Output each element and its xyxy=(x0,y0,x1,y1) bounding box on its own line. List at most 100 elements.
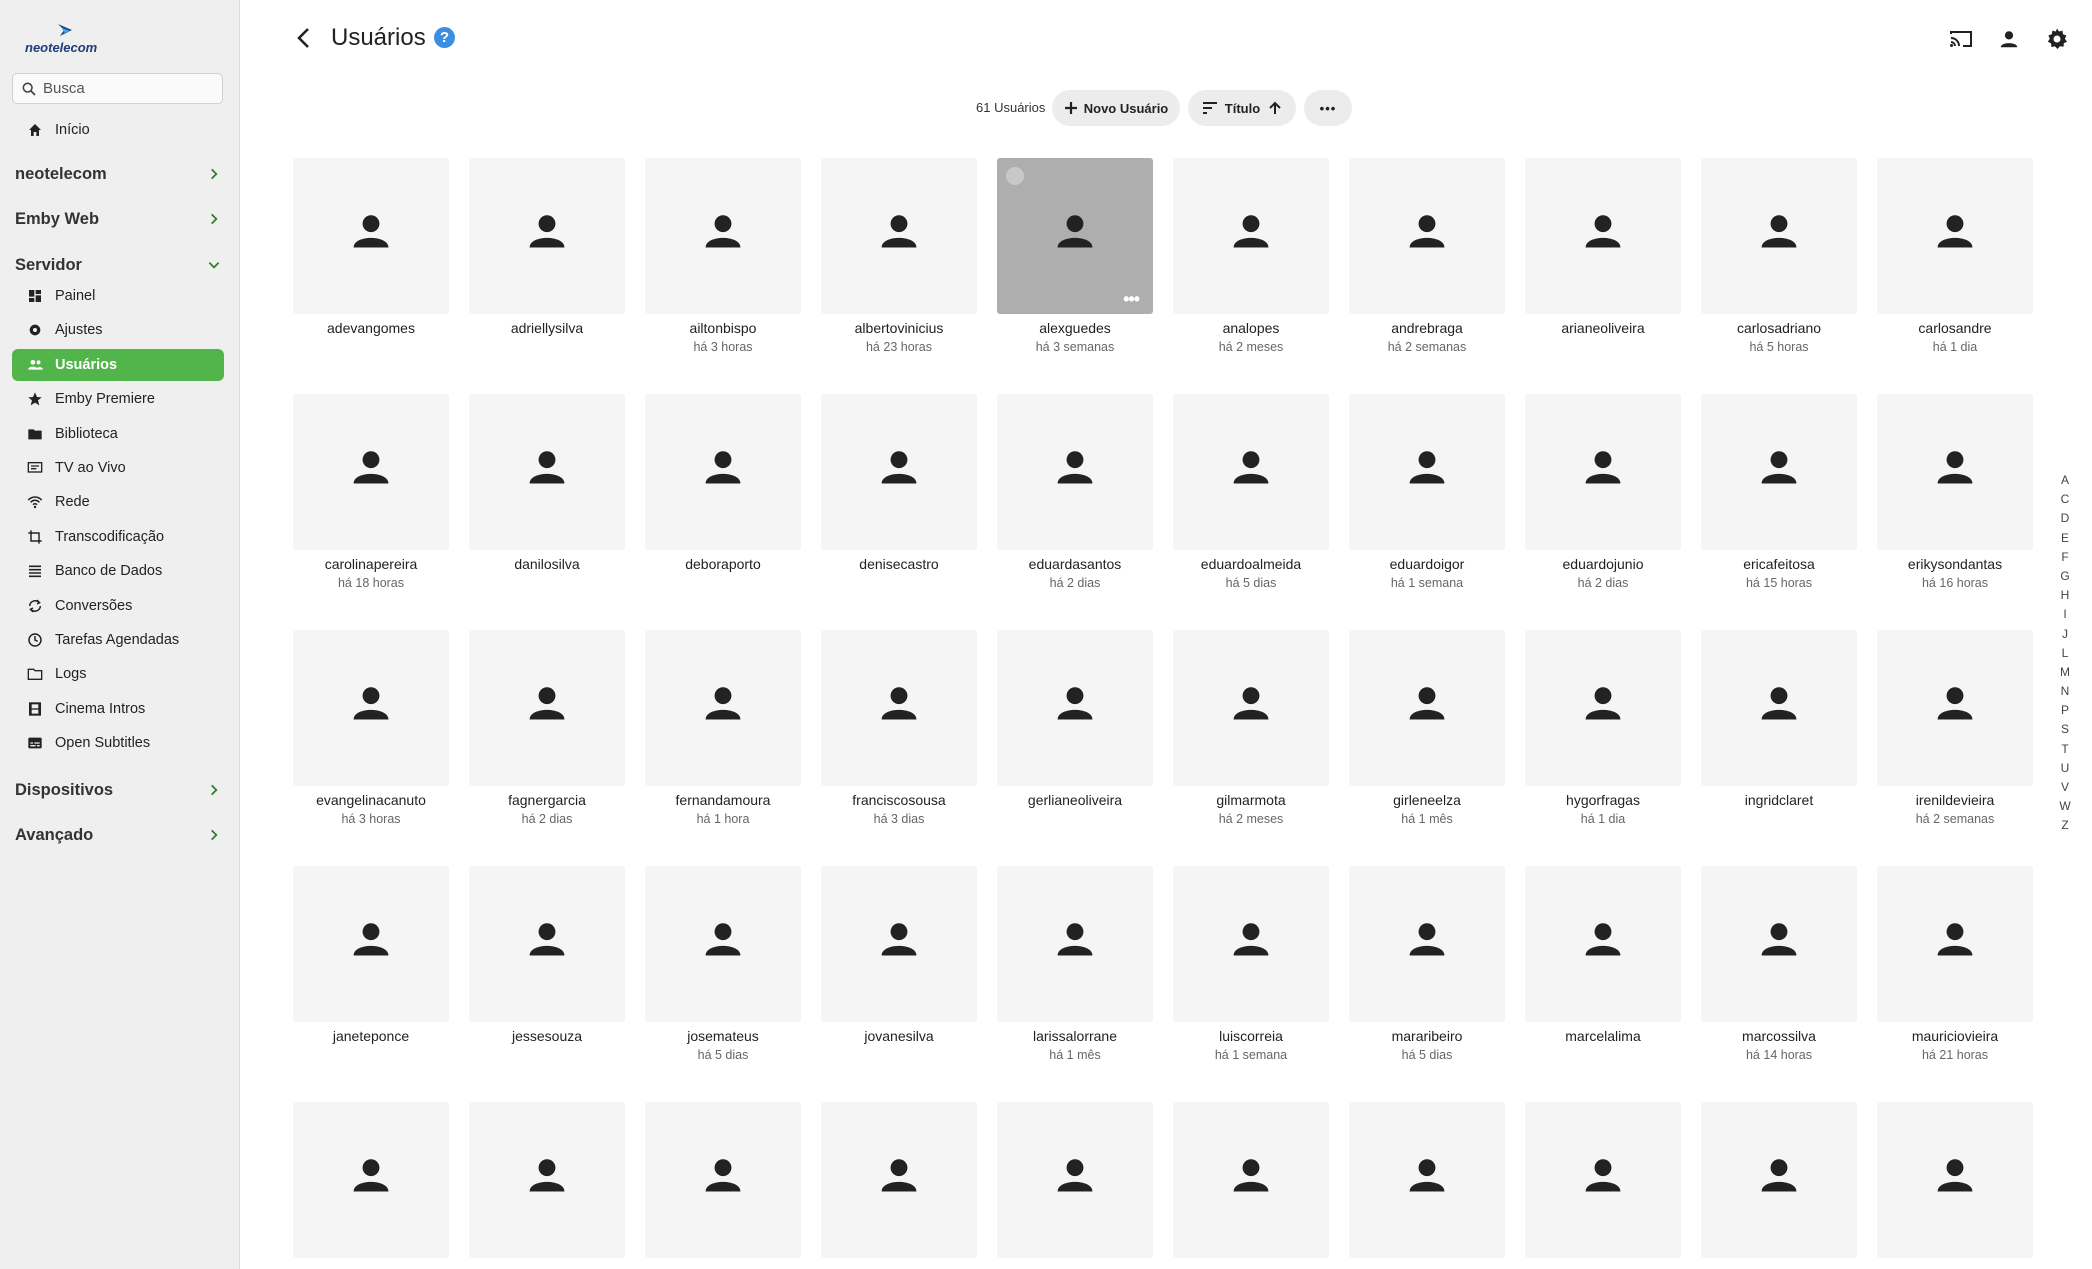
user-card[interactable]: carlosadriano há 5 horas xyxy=(1701,158,1857,354)
alpha-letter[interactable]: V xyxy=(2054,778,2076,797)
user-avatar-tile[interactable] xyxy=(645,158,801,314)
section-avancado[interactable]: Avançado xyxy=(15,820,221,850)
user-menu-button[interactable] xyxy=(1994,24,2024,54)
sidebar-item-logs[interactable]: Logs xyxy=(12,658,224,690)
user-card[interactable]: gerlianeoliveira xyxy=(997,630,1153,812)
user-card[interactable]: eduardojunio há 2 dias xyxy=(1525,394,1681,590)
user-avatar-tile[interactable] xyxy=(1877,866,2033,1022)
user-card[interactable]: hygorfragas há 1 dia xyxy=(1525,630,1681,826)
search-input[interactable] xyxy=(43,80,213,97)
alpha-letter[interactable]: H xyxy=(2054,586,2076,605)
user-card[interactable]: marcossilva há 14 horas xyxy=(1701,866,1857,1062)
user-avatar-tile[interactable] xyxy=(1701,630,1857,786)
user-avatar-tile[interactable] xyxy=(1525,158,1681,314)
alpha-letter[interactable]: D xyxy=(2054,509,2076,528)
search-box[interactable] xyxy=(12,73,223,104)
alpha-letter[interactable]: N xyxy=(2054,682,2076,701)
user-avatar-tile[interactable] xyxy=(469,158,625,314)
user-card[interactable]: ailtonbispo há 3 horas xyxy=(645,158,801,354)
sidebar-item-cinema-intros[interactable]: Cinema Intros xyxy=(12,693,224,725)
alpha-letter[interactable]: L xyxy=(2054,644,2076,663)
section-dispositivos[interactable]: Dispositivos xyxy=(15,775,221,805)
alpha-letter[interactable]: P xyxy=(2054,701,2076,720)
user-card[interactable]: larissalorrane há 1 mês xyxy=(997,866,1153,1062)
user-avatar-tile[interactable] xyxy=(821,630,977,786)
more-options-button[interactable]: ••• xyxy=(1304,90,1352,126)
user-avatar-tile[interactable] xyxy=(1173,630,1329,786)
user-avatar-tile[interactable] xyxy=(1701,394,1857,550)
user-avatar-tile[interactable] xyxy=(821,158,977,314)
user-card[interactable]: girleneelza há 1 mês xyxy=(1349,630,1505,826)
user-avatar-tile[interactable] xyxy=(1525,1102,1681,1258)
user-avatar-tile[interactable] xyxy=(1349,630,1505,786)
user-avatar-tile[interactable] xyxy=(645,394,801,550)
user-card[interactable] xyxy=(293,1102,449,1264)
user-avatar-tile[interactable] xyxy=(821,394,977,550)
user-card[interactable]: luiscorreia há 1 semana xyxy=(1173,866,1329,1062)
user-avatar-tile[interactable] xyxy=(1525,630,1681,786)
user-avatar-tile[interactable] xyxy=(1701,866,1857,1022)
user-avatar-tile[interactable] xyxy=(1173,394,1329,550)
alpha-letter[interactable]: A xyxy=(2054,471,2076,490)
back-button[interactable] xyxy=(290,22,318,54)
user-card[interactable]: arianeoliveira xyxy=(1525,158,1681,340)
user-card[interactable]: carolinapereira há 18 horas xyxy=(293,394,449,590)
user-avatar-tile[interactable] xyxy=(645,866,801,1022)
user-avatar-tile[interactable] xyxy=(469,394,625,550)
user-avatar-tile[interactable] xyxy=(293,394,449,550)
user-avatar-tile[interactable] xyxy=(1173,866,1329,1022)
user-avatar-tile[interactable] xyxy=(469,1102,625,1258)
user-card[interactable]: adevangomes xyxy=(293,158,449,340)
alpha-letter[interactable]: J xyxy=(2054,625,2076,644)
user-avatar-tile[interactable] xyxy=(1877,1102,2033,1258)
user-card[interactable]: deboraporto xyxy=(645,394,801,576)
user-avatar-tile[interactable] xyxy=(293,158,449,314)
user-avatar-tile[interactable] xyxy=(1173,158,1329,314)
user-card[interactable]: carlosandre há 1 dia xyxy=(1877,158,2033,354)
user-card[interactable]: evangelinacanuto há 3 horas xyxy=(293,630,449,826)
select-checkbox[interactable] xyxy=(1006,167,1024,185)
user-avatar-tile[interactable] xyxy=(821,1102,977,1258)
user-card[interactable]: albertovinicius há 23 horas xyxy=(821,158,977,354)
help-icon[interactable]: ? xyxy=(434,27,455,48)
user-avatar-tile[interactable] xyxy=(1701,1102,1857,1258)
user-avatar-tile[interactable] xyxy=(1349,158,1505,314)
user-card[interactable]: denisecastro xyxy=(821,394,977,576)
sidebar-item-tv-ao-vivo[interactable]: TV ao Vivo xyxy=(12,452,224,484)
user-avatar-tile[interactable] xyxy=(1349,1102,1505,1258)
alpha-letter[interactable]: U xyxy=(2054,759,2076,778)
user-card[interactable]: franciscosousa há 3 dias xyxy=(821,630,977,826)
user-avatar-tile[interactable] xyxy=(469,630,625,786)
user-card[interactable] xyxy=(997,1102,1153,1264)
sidebar-item-ajustes[interactable]: Ajustes xyxy=(12,314,224,346)
user-avatar-tile[interactable] xyxy=(293,1102,449,1258)
alpha-letter[interactable]: T xyxy=(2054,740,2076,759)
user-avatar-tile[interactable] xyxy=(293,630,449,786)
sidebar-item-usu-rios[interactable]: Usuários xyxy=(12,348,224,381)
user-avatar-tile[interactable] xyxy=(1173,1102,1329,1258)
user-avatar-tile[interactable] xyxy=(645,1102,801,1258)
user-card[interactable] xyxy=(1877,1102,2033,1264)
section-servidor[interactable]: Servidor xyxy=(15,250,221,280)
user-card[interactable] xyxy=(821,1102,977,1264)
user-card[interactable] xyxy=(1349,1102,1505,1264)
user-avatar-tile[interactable] xyxy=(1877,630,2033,786)
user-card[interactable] xyxy=(1701,1102,1857,1264)
user-card[interactable]: marcelalima xyxy=(1525,866,1681,1048)
user-card[interactable]: eduardasantos há 2 dias xyxy=(997,394,1153,590)
sidebar-item-biblioteca[interactable]: Biblioteca xyxy=(12,418,224,450)
user-avatar-tile[interactable]: ••• xyxy=(997,158,1153,314)
card-more-icon[interactable]: ••• xyxy=(1123,290,1140,308)
user-card[interactable]: jovanesilva xyxy=(821,866,977,1048)
user-card[interactable] xyxy=(1525,1102,1681,1264)
user-card[interactable] xyxy=(645,1102,801,1264)
user-card[interactable]: andrebraga há 2 semanas xyxy=(1349,158,1505,354)
neotelecom-logo[interactable]: neotelecom xyxy=(20,20,110,58)
user-card[interactable]: eduardoalmeida há 5 dias xyxy=(1173,394,1329,590)
user-avatar-tile[interactable] xyxy=(1877,158,2033,314)
user-avatar-tile[interactable] xyxy=(1525,866,1681,1022)
new-user-button[interactable]: Novo Usuário xyxy=(1052,90,1180,126)
alpha-letter[interactable]: W xyxy=(2054,797,2076,816)
user-avatar-tile[interactable] xyxy=(1349,394,1505,550)
alpha-letter[interactable]: C xyxy=(2054,490,2076,509)
